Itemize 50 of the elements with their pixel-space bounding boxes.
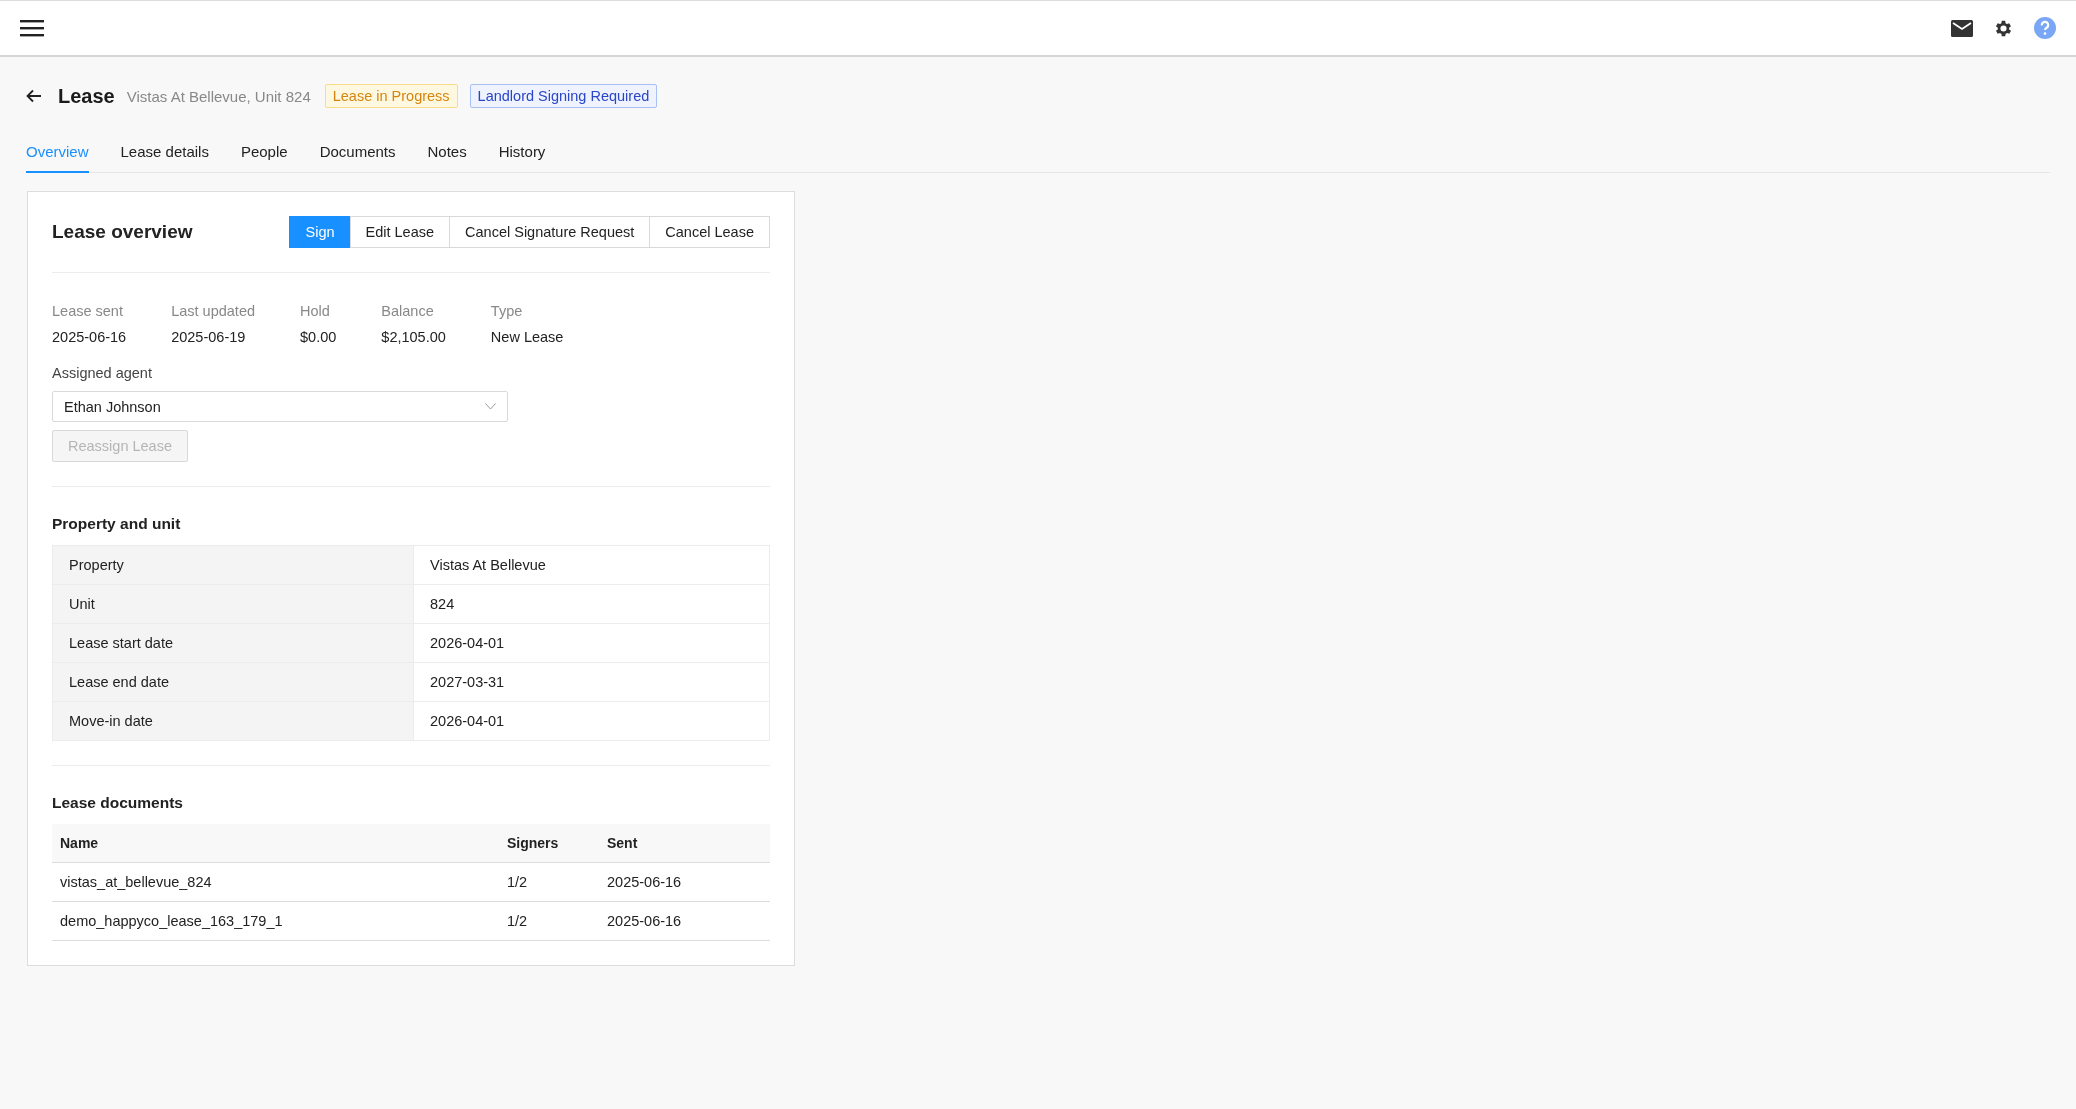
field-label: Type xyxy=(490,303,524,319)
field-label: Hold xyxy=(300,303,331,319)
section-title: Lease overview xyxy=(52,221,193,243)
table-cell: 824 xyxy=(413,584,770,624)
field-label: Lease sent xyxy=(52,303,124,319)
action-button[interactable]: Cancel Lease xyxy=(649,216,770,248)
tab[interactable]: History xyxy=(498,143,546,173)
field-label: Assigned agent xyxy=(52,365,153,381)
table-cell: Unit xyxy=(52,584,414,624)
table-cell: Move-in date xyxy=(52,701,414,741)
section-title: Lease documents xyxy=(52,794,184,812)
section-title: Property and unit xyxy=(52,515,182,533)
table-cell: 2025-06-16 xyxy=(599,901,770,941)
tab[interactable]: People xyxy=(240,143,288,173)
status-badge: Lease in Progress xyxy=(324,84,458,108)
tab[interactable]: Notes xyxy=(427,143,467,173)
status-badge: Landlord Signing Required xyxy=(469,84,658,108)
field-value: $2,105.00 xyxy=(381,329,446,345)
table-cell: Lease end date xyxy=(52,662,414,702)
field-value: 2025-06-16 xyxy=(52,329,127,345)
action-button[interactable]: Cancel Signature Request xyxy=(449,216,651,248)
mail-icon[interactable] xyxy=(1951,19,1973,37)
page-subtitle: Vistas At Bellevue, Unit 824 xyxy=(126,87,311,105)
table-cell: Vistas At Bellevue xyxy=(413,545,770,585)
table-cell: 2026-04-01 xyxy=(413,701,770,741)
table-cell: Lease start date xyxy=(52,623,414,663)
field-label: Balance xyxy=(381,303,435,319)
field-label: Last updated xyxy=(171,303,256,319)
page-title: Lease xyxy=(58,84,115,108)
table-cell: 1/2 xyxy=(499,901,599,941)
field-value: 2025-06-19 xyxy=(171,329,247,345)
back-arrow-icon[interactable] xyxy=(26,89,42,103)
tab[interactable]: Lease details xyxy=(120,143,209,173)
field-value: $0.00 xyxy=(300,329,337,345)
menu-icon[interactable] xyxy=(20,19,44,37)
column-header: Sent xyxy=(599,824,770,863)
table-cell: 1/2 xyxy=(499,862,599,902)
field-value: New Lease xyxy=(490,329,564,345)
table-cell: Property xyxy=(52,545,414,585)
chevron-down-icon xyxy=(485,403,496,410)
table-cell: 2025-06-16 xyxy=(599,862,770,902)
table-cell: demo_happyco_lease_163_179_1 xyxy=(52,901,499,941)
action-button[interactable]: Edit Lease xyxy=(349,216,451,248)
table-cell: 2027-03-31 xyxy=(413,662,770,702)
column-header: Signers xyxy=(499,824,599,863)
table-cell: vistas_at_bellevue_824 xyxy=(52,862,499,902)
column-header: Name xyxy=(52,824,499,863)
table-cell: 2026-04-01 xyxy=(413,623,770,663)
tab[interactable]: Documents xyxy=(319,143,396,173)
agent-select[interactable]: Ethan Johnson xyxy=(52,391,508,422)
